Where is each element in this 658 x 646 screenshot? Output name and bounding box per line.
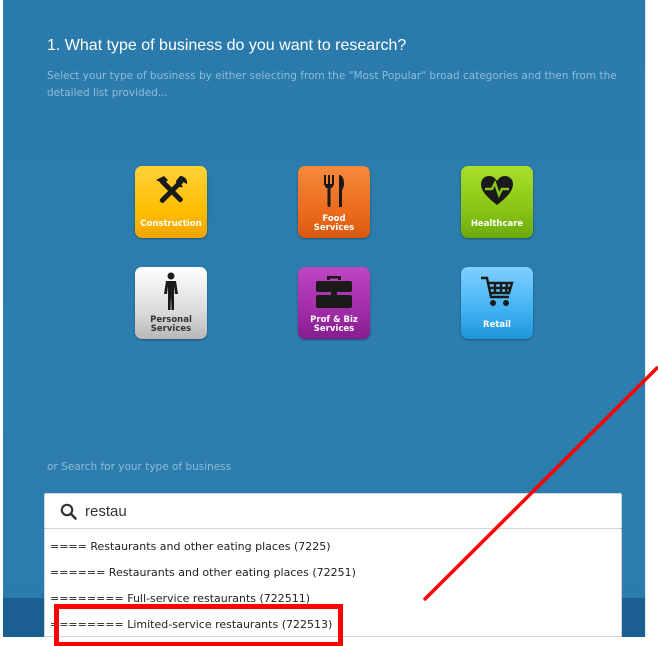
search-input[interactable] — [85, 502, 605, 520]
result-item[interactable]: ==== Restaurants and other eating places… — [45, 529, 621, 559]
business-search-box[interactable] — [44, 493, 622, 529]
search-icon — [59, 502, 77, 520]
section-title: 1. What type of business do you want to … — [47, 37, 407, 54]
category-label: Retail — [483, 319, 511, 330]
section-subtitle: Select your type of business by either s… — [47, 70, 617, 99]
search-hint: or Search for your type of business — [47, 461, 232, 473]
result-item[interactable]: ======== Full-service restaurants (72251… — [45, 585, 621, 611]
category-label: Prof & Biz Services — [310, 315, 358, 334]
category-label: Personal Services — [150, 315, 192, 334]
result-item[interactable]: ======== Limited-service restaurants (72… — [45, 611, 621, 636]
category-prof-biz-services[interactable]: Prof & Biz Services — [298, 267, 370, 339]
category-retail[interactable]: Retail — [461, 267, 533, 339]
heart-pulse-icon — [461, 166, 533, 216]
result-item[interactable]: ====== Restaurants and other eating plac… — [45, 559, 621, 585]
person-icon — [135, 267, 207, 317]
category-label: Food Services — [313, 214, 355, 233]
fork-knife-icon — [298, 166, 370, 216]
search-results-dropdown: ==== Restaurants and other eating places… — [44, 529, 622, 637]
category-construction[interactable]: Construction — [135, 166, 207, 238]
category-healthcare[interactable]: Healthcare — [461, 166, 533, 238]
tools-icon — [135, 166, 207, 216]
category-food-services[interactable]: Food Services — [298, 166, 370, 238]
shopping-cart-icon — [461, 267, 533, 317]
category-label: Construction — [140, 218, 202, 229]
category-label: Healthcare — [470, 218, 524, 229]
briefcase-icon — [298, 267, 370, 317]
category-personal-services[interactable]: Personal Services — [135, 267, 207, 339]
